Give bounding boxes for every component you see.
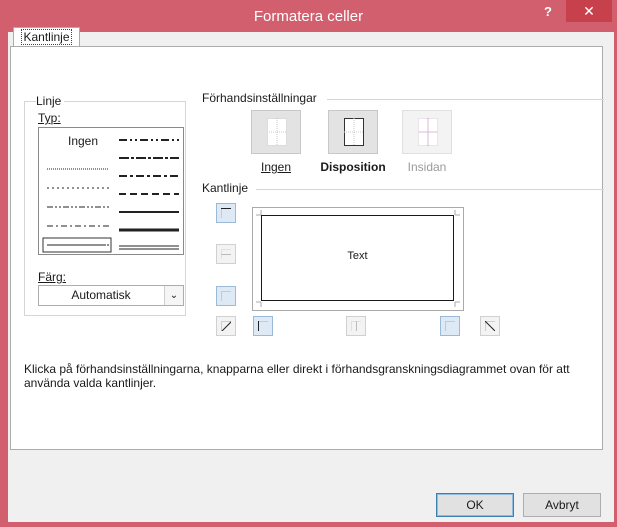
title-bar[interactable]: Formatera celler ? ✕ — [0, 0, 617, 32]
preset-none-button[interactable] — [251, 110, 301, 154]
border-top-button[interactable] — [216, 203, 236, 223]
preset-inside-button[interactable] — [402, 110, 452, 154]
chevron-down-icon[interactable]: ⌄ — [164, 286, 183, 305]
border-diagonal-down-button[interactable] — [480, 316, 500, 336]
type-label: Typ: — [38, 111, 64, 125]
line-style-list[interactable]: Ingen — [38, 127, 184, 255]
border-inside-horizontal-icon — [221, 249, 231, 259]
border-diagonal-up-icon — [221, 321, 231, 331]
border-divider — [256, 189, 604, 190]
close-button[interactable]: ✕ — [566, 0, 612, 22]
presets-divider — [327, 99, 604, 100]
border-group-label: Kantlinje — [202, 181, 252, 195]
line-style-swatches: Ingen — [42, 134, 179, 253]
preset-inside-icon — [418, 118, 438, 146]
border-diagonal-up-button[interactable] — [216, 316, 236, 336]
line-group-label: Linje — [36, 94, 65, 108]
border-top-icon — [221, 208, 231, 218]
border-inside-vertical-button[interactable] — [346, 316, 366, 336]
border-bottom-icon — [221, 291, 231, 301]
border-inside-vertical-icon — [351, 321, 361, 331]
preset-outline-icon — [344, 118, 364, 146]
cancel-button[interactable]: Avbryt — [523, 493, 601, 517]
color-dropdown[interactable]: Automatisk ⌄ — [38, 285, 184, 306]
color-label: Färg: — [38, 270, 70, 284]
border-bottom-button[interactable] — [216, 286, 236, 306]
preset-none-icon — [267, 118, 287, 146]
border-diagonal-down-icon — [485, 321, 495, 331]
border-right-icon — [445, 321, 455, 331]
help-button[interactable]: ? — [536, 2, 560, 24]
color-dropdown-value: Automatisk — [71, 288, 131, 302]
presets-group-label: Förhandsinställningar — [202, 91, 320, 105]
preset-inside-label: Insidan — [407, 160, 447, 174]
border-inside-horizontal-button[interactable] — [216, 244, 236, 264]
help-description: Klicka på förhandsinställningarna, knapp… — [24, 362, 570, 390]
preview-text: Text — [347, 250, 368, 262]
border-left-button[interactable] — [253, 316, 273, 336]
preset-outline-button[interactable] — [328, 110, 378, 154]
line-style-none[interactable]: Ingen — [68, 134, 98, 148]
border-left-icon — [258, 321, 268, 331]
ok-button[interactable]: OK — [436, 493, 514, 517]
preset-outline-label: Disposition — [320, 160, 386, 174]
border-right-button[interactable] — [440, 316, 460, 336]
preset-none-label: Ingen — [260, 160, 292, 174]
dialog-title: Formatera celler — [253, 8, 364, 25]
tab-kantlinje[interactable]: Kantlinje — [13, 27, 80, 47]
tab-label: Kantlinje — [21, 29, 72, 45]
